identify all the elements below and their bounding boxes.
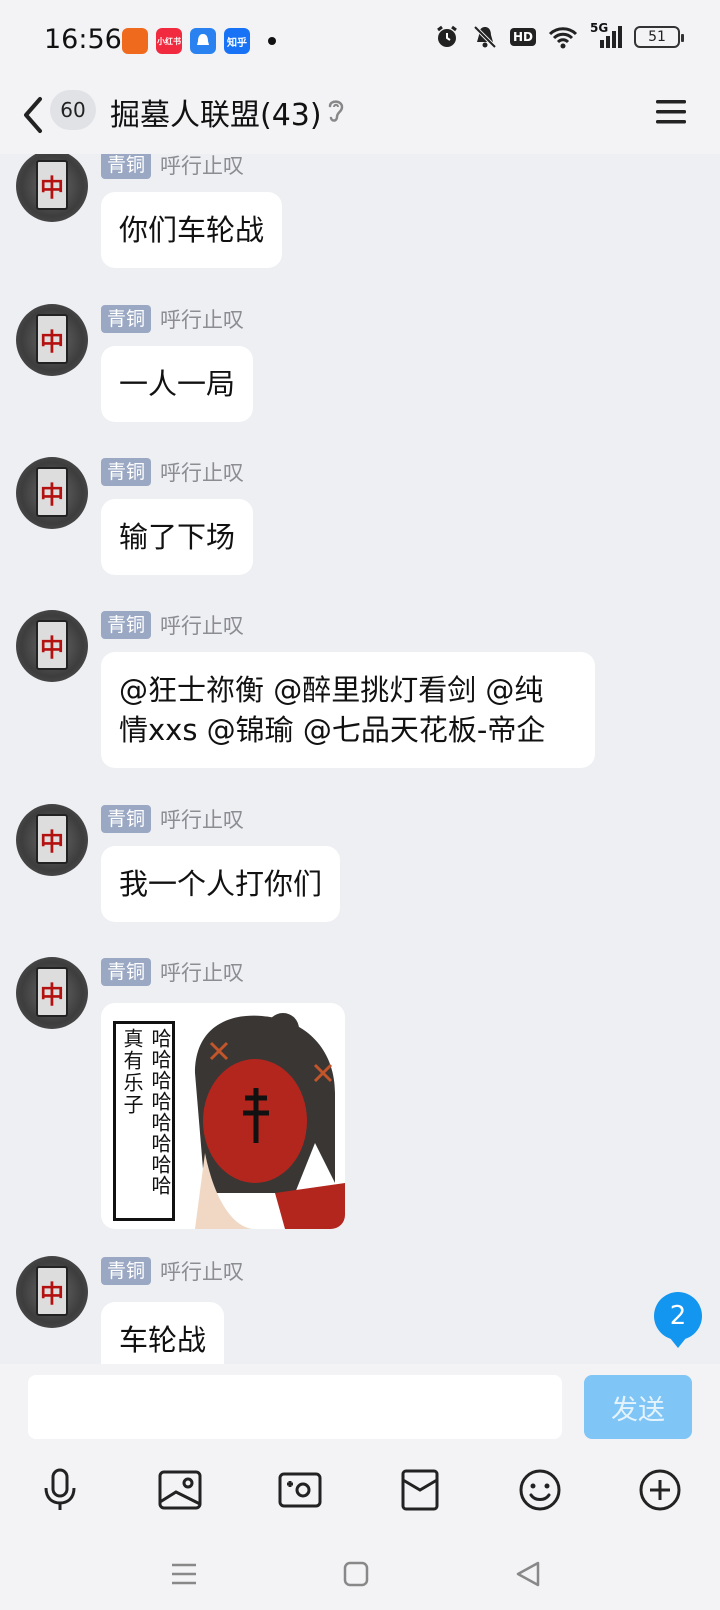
sender-name[interactable]: 呼行止叹 [160, 1256, 244, 1286]
message-line: 情xxs @锦瑜 @七品天花板-帝企 [119, 713, 546, 747]
message-bubble[interactable]: 我一个人打你们 [101, 846, 341, 922]
sender-name[interactable]: 呼行止叹 [160, 804, 244, 834]
red-packet-icon [401, 1469, 439, 1511]
sender-name[interactable]: 呼行止叹 [160, 957, 244, 987]
sticker-character-illustration [195, 1013, 345, 1229]
camera-icon [278, 1472, 322, 1508]
message-meta: 青铜 呼行止叹 [101, 957, 244, 987]
avatar[interactable]: 中 [16, 457, 88, 529]
message-meta: 青铜 呼行止叹 [101, 1256, 244, 1286]
rank-badge: 青铜 [101, 958, 152, 986]
red-packet-button[interactable] [394, 1464, 446, 1516]
message-meta: 青铜 呼行止叹 [101, 610, 244, 640]
mute-icon [473, 25, 497, 49]
rank-badge: 青铜 [101, 805, 152, 833]
xiaohongshu-icon: 小红书 [156, 28, 182, 54]
avatar[interactable]: 中 [16, 1256, 88, 1328]
sticker-image[interactable]: 真有乐子 哈哈哈哈哈哈哈哈 [101, 1003, 345, 1229]
app-orange-icon [122, 28, 148, 54]
message-meta: 青铜 呼行止叹 [101, 154, 244, 180]
status-time: 16:56 [44, 24, 122, 55]
status-bar: 16:56 小红书 知乎 HD 5G 51 [0, 0, 720, 84]
chat-header: 60 掘墓人联盟(43) [0, 84, 720, 154]
voice-button[interactable] [34, 1464, 86, 1516]
sender-name[interactable]: 呼行止叹 [160, 610, 244, 640]
message-bubble[interactable]: 车轮战 [101, 1302, 225, 1364]
system-back-button[interactable] [508, 1554, 548, 1594]
sticker-text-box: 真有乐子 哈哈哈哈哈哈哈哈 [113, 1021, 175, 1221]
message-bubble[interactable]: @狂士祢衡 @醉里挑灯看剑 @纯 情xxs @锦瑜 @七品天花板-帝企 [101, 652, 595, 768]
message-meta: 青铜 呼行止叹 [101, 304, 244, 334]
group-title[interactable]: 掘墓人联盟(43) [110, 90, 322, 134]
rank-badge: 青铜 [101, 1257, 152, 1285]
message-bubble[interactable]: 一人一局 [101, 346, 254, 422]
rank-badge: 青铜 [101, 154, 152, 179]
notification-app-icons: 小红书 知乎 [122, 28, 276, 54]
battery-icon: 51 [634, 26, 684, 48]
rank-badge: 青铜 [101, 458, 152, 486]
app-blue-bell-icon [190, 28, 216, 54]
emoji-button[interactable] [514, 1464, 566, 1516]
message-meta: 青铜 呼行止叹 [101, 457, 244, 487]
zhihu-icon: 知乎 [224, 28, 250, 54]
unread-count-badge[interactable]: 60 [50, 90, 96, 130]
ear-icon[interactable] [326, 96, 346, 130]
sender-name[interactable]: 呼行止叹 [160, 457, 244, 487]
wifi-icon [548, 27, 578, 49]
message-input[interactable] [28, 1375, 562, 1439]
alarm-icon [437, 25, 457, 47]
message-bubble[interactable]: 输了下场 [101, 499, 254, 575]
avatar[interactable]: 中 [16, 154, 88, 222]
avatar[interactable]: 中 [16, 610, 88, 682]
avatar[interactable]: 中 [16, 804, 88, 876]
plus-circle-icon [639, 1469, 681, 1511]
more-notifications-dot [268, 37, 276, 45]
rank-badge: 青铜 [101, 305, 152, 333]
recents-icon [172, 1563, 196, 1585]
sender-name[interactable]: 呼行止叹 [160, 154, 244, 180]
hamburger-menu-icon [656, 100, 686, 124]
back-triangle-icon [516, 1561, 540, 1587]
message-bubble[interactable]: 你们车轮战 [101, 192, 283, 268]
input-area: 发送 [0, 1364, 720, 1610]
system-icons: HD 5G 51 [434, 21, 684, 50]
menu-button[interactable] [656, 98, 686, 130]
recent-apps-button[interactable] [164, 1554, 204, 1594]
message-meta: 青铜 呼行止叹 [101, 804, 244, 834]
chat-message-list[interactable]: 中 青铜 呼行止叹 你们车轮战 中 青铜 呼行止叹 一人一局 中 青铜 呼行止叹… [0, 154, 720, 1364]
chevron-left-icon [24, 97, 42, 133]
send-button[interactable]: 发送 [584, 1375, 692, 1439]
rank-badge: 青铜 [101, 611, 152, 639]
message-line: @狂士祢衡 @醉里挑灯看剑 @纯 [119, 673, 544, 707]
avatar[interactable]: 中 [16, 304, 88, 376]
image-icon [158, 1470, 202, 1510]
microphone-icon [44, 1468, 76, 1510]
smiley-icon [519, 1469, 561, 1511]
hd-icon: HD [509, 28, 536, 46]
more-button[interactable] [634, 1464, 686, 1516]
sticker-text-col1: 真有乐子 [120, 1028, 144, 1116]
home-button[interactable] [336, 1554, 376, 1594]
input-toolbar [0, 1464, 720, 1534]
system-navigation-bar [0, 1554, 720, 1610]
photo-button[interactable] [154, 1464, 206, 1516]
sender-name[interactable]: 呼行止叹 [160, 304, 244, 334]
signal-5g-icon: 5G [590, 21, 622, 49]
camera-button[interactable] [274, 1464, 326, 1516]
home-square-icon [343, 1561, 369, 1587]
new-messages-badge[interactable]: 2 [654, 1292, 702, 1348]
avatar[interactable]: 中 [16, 957, 88, 1029]
sticker-text-col2: 哈哈哈哈哈哈哈哈 [148, 1028, 172, 1196]
